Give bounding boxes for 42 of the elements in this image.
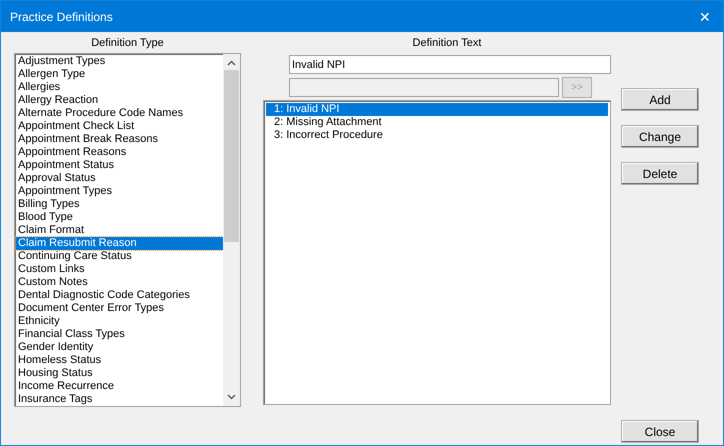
list-item[interactable]: Dental Diagnostic Code Categories	[16, 289, 223, 302]
action-button[interactable]: Change	[621, 125, 699, 148]
list-item[interactable]: Claim Resubmit Reason	[16, 237, 223, 250]
text-label: Definition Text	[412, 37, 482, 51]
list-item[interactable]: Custom Links	[16, 263, 223, 276]
list-item[interactable]: Continuing Care Status	[16, 250, 223, 263]
list-item[interactable]: Document Center Error Types	[16, 302, 223, 315]
list-item[interactable]: 2: Missing Attachment	[266, 116, 608, 129]
list-item[interactable]: Claim Format	[16, 224, 223, 237]
scroll-thumb[interactable]	[224, 70, 239, 242]
action-button[interactable]: Add	[621, 88, 699, 111]
list-item[interactable]: Custom Notes	[16, 276, 223, 289]
list-item[interactable]: Adjustment Types	[16, 55, 223, 68]
list-item[interactable]: Income Recurrence	[16, 380, 223, 393]
list-item[interactable]: Approval Status	[16, 172, 223, 185]
list-item[interactable]: Insurance Tags	[16, 393, 223, 406]
scroll-down-icon[interactable]	[227, 394, 236, 400]
scroll-up-icon[interactable]	[227, 60, 236, 66]
list-item[interactable]: Allergen Type	[16, 68, 223, 81]
list-item[interactable]: Alternate Procedure Code Names	[16, 107, 223, 120]
list-item[interactable]: Appointment Break Reasons	[16, 133, 223, 146]
list-item[interactable]: Blood Type	[16, 211, 223, 224]
window-title: Practice Definitions	[10, 8, 113, 26]
scrollbar[interactable]	[223, 54, 240, 406]
list-item[interactable]: Homeless Status	[16, 354, 223, 367]
list-item[interactable]: Appointment Reasons	[16, 146, 223, 159]
close-button[interactable]: Close	[621, 420, 699, 443]
list-item[interactable]: Ethnicity	[16, 315, 223, 328]
action-button[interactable]: Delete	[621, 162, 699, 185]
list-item[interactable]: Financial Class Types	[16, 328, 223, 341]
list-item[interactable]: Housing Status	[16, 367, 223, 380]
list-item[interactable]: Allergies	[16, 81, 223, 94]
list-item[interactable]: 3: Incorrect Procedure	[266, 129, 608, 142]
list-item[interactable]: Gender Identity	[16, 341, 223, 354]
list-item[interactable]: Appointment Status	[16, 159, 223, 172]
list-item[interactable]: Appointment Types	[16, 185, 223, 198]
list-label: Definition Type	[90, 37, 165, 51]
definition-text-field[interactable]: Invalid NPI	[289, 55, 611, 74]
list-item[interactable]: Allergy Reaction	[16, 94, 223, 107]
list-item[interactable]: Billing Types	[16, 198, 223, 211]
list-item[interactable]: Appointment Check List	[16, 120, 223, 133]
list-item[interactable]: 1: Invalid NPI	[266, 103, 608, 116]
